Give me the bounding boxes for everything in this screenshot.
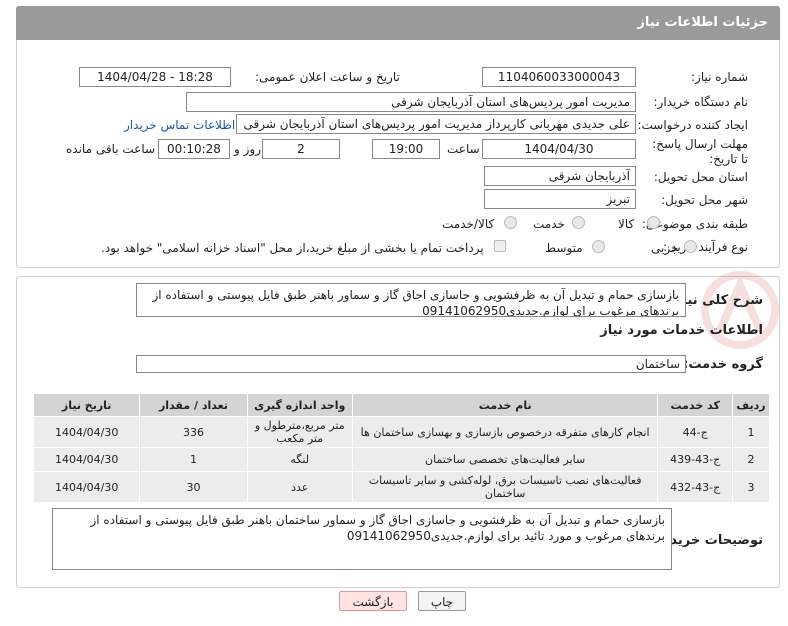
row-code: ج-44 [657, 416, 733, 448]
back-button[interactable]: بازگشت [339, 591, 407, 611]
col-unit: واحد اندازه گیری [246, 393, 353, 417]
row-code: ج-43-432 [657, 471, 733, 503]
city-label: شهر محل تحویل: [661, 193, 748, 207]
print-button[interactable]: چاپ [418, 591, 466, 611]
treasury-payment-checkbox[interactable] [494, 240, 506, 252]
row-date: 1404/04/30 [32, 471, 141, 503]
need-number-label: شماره نیاز: [691, 70, 748, 84]
category-option-service: خدمت [533, 217, 565, 231]
city-field[interactable]: تبریز [484, 189, 636, 209]
summary-textarea[interactable]: بازسازی حمام و تبدیل آن به ظرفشویی و جاس… [136, 283, 686, 317]
buyer-notes-textarea[interactable]: بازسازی حمام و تبدیل آن به ظرفشویی و جاس… [52, 508, 672, 570]
creator-field[interactable]: علی جدیدی مهربانی کارپرداز مدیریت امور پ… [236, 114, 636, 134]
row-index: 2 [732, 447, 770, 472]
category-option-goods: کالا [618, 217, 635, 231]
row-unit: عدد [246, 471, 353, 503]
announce-label: تاریخ و ساعت اعلان عمومی: [255, 70, 400, 84]
deadline-time-label: ساعت [447, 142, 480, 156]
row-unit: متر مربع،مترطول و متر مکعب [246, 416, 353, 448]
row-date: 1404/04/30 [32, 416, 141, 448]
remaining-time-field[interactable]: 00:10:28 [158, 139, 230, 159]
buyer-contact-link[interactable]: اطلاعات تماس خریدار [124, 118, 235, 132]
row-index: 3 [732, 471, 770, 503]
table-row[interactable]: 3 ج-43-432 فعالیت‌های نصب تاسیسات برق، ل… [32, 471, 770, 503]
category-option-goods-service: کالا/خدمت [442, 217, 495, 231]
row-service-name: سایر فعالیت‌های تخصصی ساختمان [351, 447, 659, 472]
buyer-org-field[interactable]: مدیریت امور پردیس‌های استان آذربایجان شر… [186, 92, 636, 112]
col-qty: تعداد / مقدار [139, 393, 248, 417]
table-row[interactable]: 1 ج-44 انجام کارهای متفرقه درخصوص بازساز… [32, 416, 770, 448]
province-label: استان محل تحویل: [653, 170, 748, 184]
category-radio-goods[interactable] [647, 216, 660, 229]
row-qty: 30 [139, 471, 248, 503]
process-radio-minor[interactable] [684, 240, 697, 253]
buyer-org-label: نام دستگاه خریدار: [653, 95, 749, 109]
row-date: 1404/04/30 [32, 447, 141, 472]
services-section-title: اطلاعات خدمات مورد نیاز [600, 323, 763, 338]
process-option-medium: متوسط [545, 241, 583, 255]
days-field[interactable]: 2 [262, 139, 340, 159]
treasury-payment-note: پرداخت تمام یا بخشی از مبلغ خرید،از محل … [101, 241, 484, 255]
process-radio-medium[interactable] [592, 240, 605, 253]
col-row: ردیف [732, 393, 770, 417]
deadline-time-field[interactable]: 19:00 [372, 139, 440, 159]
row-service-name: فعالیت‌های نصب تاسیسات برق، لوله‌کشی و س… [351, 471, 659, 503]
row-qty: 336 [139, 416, 248, 448]
need-number-field[interactable]: 1104060033000043 [482, 67, 636, 87]
row-code: ج-43-439 [657, 447, 733, 472]
row-index: 1 [732, 416, 770, 448]
announce-datetime-field[interactable]: 1404/04/28 - 18:28 [79, 67, 231, 87]
table-header-row: ردیف کد خدمت نام خدمت واحد اندازه گیری ت… [32, 393, 770, 417]
table-row[interactable]: 2 ج-43-439 سایر فعالیت‌های تخصصی ساختمان… [32, 447, 770, 472]
row-unit: لنگه [246, 447, 353, 472]
category-radio-goods-service[interactable] [504, 216, 517, 229]
deadline-date-field[interactable]: 1404/04/30 [482, 139, 636, 159]
col-date: تاریخ نیاز [32, 393, 141, 417]
col-name: نام خدمت [351, 393, 659, 417]
process-option-minor: جزیی [651, 241, 679, 255]
service-group-label: گروه خدمت: [683, 357, 763, 372]
category-radio-service[interactable] [572, 216, 585, 229]
province-field[interactable]: آذربایجان شرقی [484, 166, 636, 186]
days-label: روز و [234, 142, 261, 156]
row-qty: 1 [139, 447, 248, 472]
col-code: کد خدمت [657, 393, 733, 417]
service-group-field[interactable]: ساختمان [136, 355, 686, 373]
services-table: ردیف کد خدمت نام خدمت واحد اندازه گیری ت… [32, 393, 770, 503]
row-service-name: انجام کارهای متفرقه درخصوص بازسازی و بهس… [351, 416, 659, 448]
deadline-label: مهلت ارسال پاسخ: تا تاریخ: [652, 137, 748, 166]
creator-label: ایجاد کننده درخواست: [637, 118, 748, 132]
remaining-label: ساعت باقی مانده [66, 142, 156, 156]
panel-title: جزئیات اطلاعات نیاز [16, 6, 780, 40]
